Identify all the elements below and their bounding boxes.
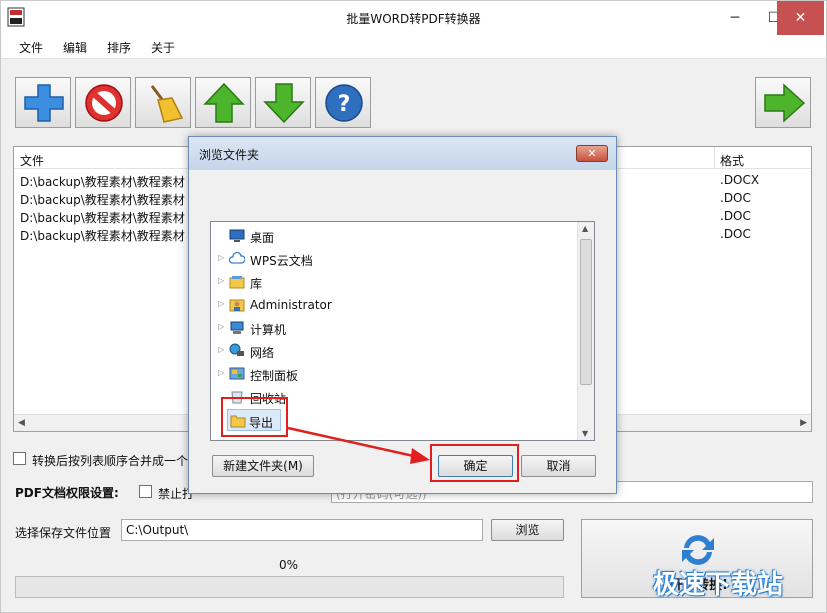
scroll-up-icon[interactable]: ▲	[582, 224, 588, 233]
arrow-down-icon	[263, 83, 305, 124]
control-panel-icon	[229, 367, 245, 380]
file-path: D:\backup\教程素材\教程素材	[20, 175, 185, 189]
dialog-close-button[interactable]: ✕	[576, 145, 608, 162]
move-up-button[interactable]	[195, 77, 251, 128]
add-file-button[interactable]	[15, 77, 71, 128]
annotation-box-export	[221, 397, 288, 437]
tree-item-label: 桌面	[250, 231, 275, 245]
title-bar: 批量WORD转PDF转换器 ─ ☐ ✕	[1, 1, 826, 35]
user-folder-icon	[229, 299, 245, 312]
column-format[interactable]: 格式	[720, 152, 744, 169]
expander-icon[interactable]: ▷	[218, 276, 224, 285]
tree-item-label: 控制面板	[250, 369, 299, 383]
help-icon: ?	[325, 84, 363, 122]
next-button[interactable]	[755, 77, 811, 128]
library-icon	[229, 276, 245, 289]
expander-icon[interactable]: ▷	[218, 299, 224, 308]
close-button[interactable]: ✕	[777, 1, 824, 35]
file-format: .DOC	[720, 191, 751, 205]
tree-item-label: 计算机	[250, 323, 287, 337]
plus-icon	[24, 84, 64, 122]
cloud-icon	[229, 251, 245, 264]
menu-sort[interactable]: 排序	[107, 39, 131, 56]
file-format: .DOCX	[720, 173, 760, 187]
menu-file[interactable]: 文件	[19, 39, 43, 56]
expander-icon[interactable]: ▷	[218, 253, 224, 262]
vertical-scrollbar[interactable]: ▲ ▼	[577, 222, 594, 440]
file-path: D:\backup\教程素材\教程素材	[20, 211, 185, 225]
tree-item-library[interactable]: ▷ 库	[211, 271, 571, 293]
tree-item-network[interactable]: ▷ 网络	[211, 340, 571, 362]
tree-item-label: Administrator	[250, 298, 332, 312]
watermark-text: 极速下载站	[653, 570, 784, 600]
column-file[interactable]: 文件	[20, 152, 44, 169]
annotation-box-ok	[430, 444, 519, 482]
expander-icon[interactable]: ▷	[218, 322, 224, 331]
tree-item-wps-cloud[interactable]: ▷ WPS云文档	[211, 248, 571, 270]
progress-bar	[15, 576, 564, 598]
pdf-permission-label: PDF文档权限设置:	[15, 486, 119, 500]
minimize-button[interactable]: ─	[716, 1, 754, 35]
help-button[interactable]: ?	[315, 77, 371, 128]
tree-item-label: 库	[250, 277, 263, 291]
file-format: .DOC	[720, 209, 751, 223]
merge-checkbox[interactable]	[13, 452, 26, 465]
tree-item-label: WPS云文档	[250, 254, 313, 268]
forbid-print-checkbox[interactable]	[139, 485, 152, 498]
scroll-down-icon[interactable]: ▼	[582, 429, 588, 438]
computer-icon	[230, 321, 244, 334]
progress-text: 0%	[279, 558, 299, 572]
scroll-thumb[interactable]	[580, 239, 592, 385]
scroll-right-icon[interactable]: ▶	[800, 418, 807, 428]
browse-button[interactable]: 浏览	[491, 519, 564, 541]
arrow-up-icon	[203, 82, 245, 123]
tree-item-label: 网络	[250, 346, 275, 360]
menu-edit[interactable]: 编辑	[63, 39, 87, 56]
tree-item-desktop[interactable]: 桌面	[211, 225, 571, 247]
network-icon	[229, 343, 244, 356]
annotation-arrow-icon	[287, 426, 430, 464]
prohibit-icon	[85, 84, 123, 122]
tree-item-computer[interactable]: ▷ 计算机	[211, 317, 571, 339]
scroll-left-icon[interactable]: ◀	[18, 418, 25, 428]
remove-file-button[interactable]	[75, 77, 131, 128]
expander-icon[interactable]: ▷	[218, 345, 224, 354]
dialog-title: 浏览文件夹	[199, 148, 260, 162]
dialog-title-bar: 浏览文件夹 ✕	[189, 137, 616, 170]
window-title: 批量WORD转PDF转换器	[346, 12, 481, 26]
move-down-button[interactable]	[255, 77, 311, 128]
merge-label: 转换后按列表顺序合并成一个	[32, 454, 189, 468]
save-path-input[interactable]: C:\Output\	[121, 519, 483, 541]
file-format: .DOC	[720, 227, 751, 241]
menu-bar: 文件 编辑 排序 关于	[1, 35, 826, 59]
tree-item-control-panel[interactable]: ▷ 控制面板	[211, 363, 571, 385]
file-path: D:\backup\教程素材\教程素材	[20, 229, 185, 243]
column-divider	[714, 147, 715, 169]
tree-item-administrator[interactable]: ▷ Administrator	[211, 294, 571, 316]
save-location-label: 选择保存文件位置	[15, 526, 112, 540]
cancel-button[interactable]: 取消	[521, 455, 596, 477]
menu-about[interactable]: 关于	[151, 39, 175, 56]
broom-icon	[150, 85, 184, 123]
arrow-right-icon	[764, 83, 806, 123]
file-path: D:\backup\教程素材\教程素材	[20, 193, 185, 207]
desktop-icon	[229, 229, 245, 242]
clear-list-button[interactable]	[135, 77, 191, 128]
expander-icon[interactable]: ▷	[218, 368, 224, 377]
svg-text:?: ?	[338, 92, 351, 117]
